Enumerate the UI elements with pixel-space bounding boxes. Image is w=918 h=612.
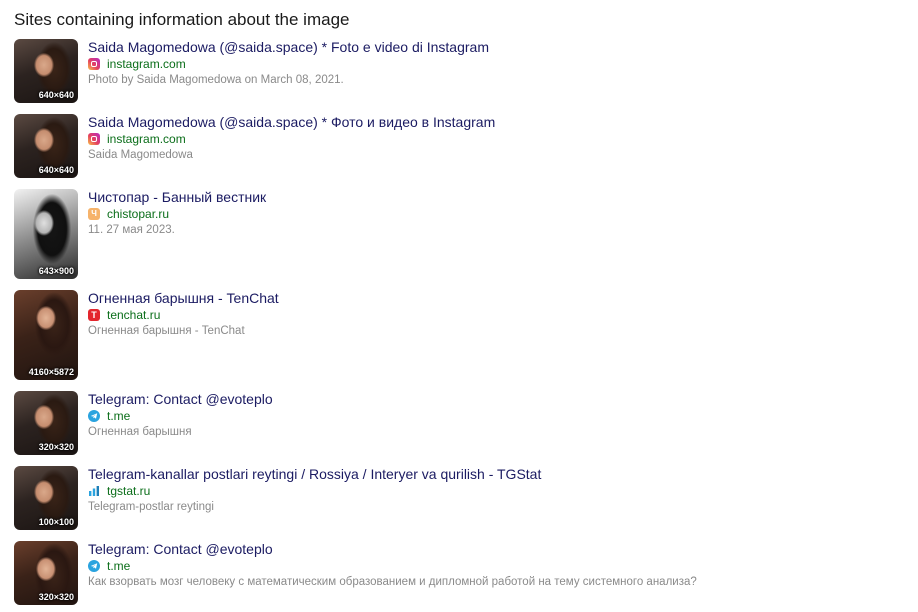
result-site-link[interactable]: tgstat.ru <box>88 484 150 498</box>
tgstat-icon <box>88 485 100 497</box>
result-snippet: Как взорвать мозг человеку с математичес… <box>88 576 697 588</box>
telegram-icon <box>88 410 100 422</box>
result-snippet: Огненная барышня <box>88 426 192 438</box>
instagram-icon <box>88 58 100 70</box>
image-resolution: 640×640 <box>38 165 74 175</box>
image-resolution: 640×640 <box>38 90 74 100</box>
result-snippet: Saida Magomedowa <box>88 149 193 161</box>
result-snippet: 11. 27 мая 2023. <box>88 224 175 236</box>
result-site-link[interactable]: t.me <box>88 409 130 423</box>
result-thumbnail[interactable]: 100×100 <box>14 466 78 530</box>
result-site-domain: tenchat.ru <box>107 308 161 322</box>
result-site-link[interactable]: instagram.com <box>88 132 186 146</box>
result-site-link[interactable]: t.me <box>88 559 130 573</box>
result-title-link[interactable]: Огненная барышня - TenChat <box>88 290 279 306</box>
result-snippet: Photo by Saida Magomedowa on March 08, 2… <box>88 74 344 86</box>
result-site-link[interactable]: T tenchat.ru <box>88 308 160 322</box>
section-heading: Sites containing information about the i… <box>14 10 350 29</box>
result-snippet: Telegram-postlar reytingi <box>88 501 214 513</box>
result-title-link[interactable]: Telegram: Contact @evoteplo <box>88 391 273 407</box>
image-resolution: 4160×5872 <box>28 367 74 377</box>
image-resolution: 320×320 <box>38 592 74 602</box>
result-site-domain: instagram.com <box>107 57 186 71</box>
result-site-domain: chistopar.ru <box>107 207 170 221</box>
result-title-link[interactable]: Telegram-kanallar postlari reytingi / Ro… <box>88 466 541 482</box>
result-title-link[interactable]: Saida Magomedowa (@saida.space) * Foto e… <box>88 39 489 55</box>
result-site-domain: t.me <box>107 409 131 423</box>
chistopar-icon: Ч <box>88 208 100 220</box>
result-title-link[interactable]: Чистопар - Банный вестник <box>88 189 266 205</box>
image-resolution: 643×900 <box>38 266 74 276</box>
instagram-icon <box>88 133 100 145</box>
telegram-icon <box>88 560 100 572</box>
result-title-link[interactable]: Telegram: Contact @evoteplo <box>88 541 273 557</box>
result-site-link[interactable]: Ч chistopar.ru <box>88 207 169 221</box>
result-thumbnail[interactable]: 320×320 <box>14 391 78 455</box>
image-resolution: 320×320 <box>38 442 74 452</box>
result-title-link[interactable]: Saida Magomedowa (@saida.space) * Фото и… <box>88 114 495 130</box>
result-site-link[interactable]: instagram.com <box>88 57 186 71</box>
result-thumbnail[interactable]: 640×640 <box>14 114 78 178</box>
result-site-domain: t.me <box>107 559 131 573</box>
result-thumbnail[interactable]: 4160×5872 <box>14 290 78 380</box>
result-thumbnail[interactable]: 320×320 <box>14 541 78 605</box>
result-thumbnail[interactable]: 640×640 <box>14 39 78 103</box>
result-thumbnail[interactable]: 643×900 <box>14 189 78 279</box>
result-snippet: Огненная барышня - TenChat <box>88 325 245 337</box>
result-site-domain: tgstat.ru <box>107 484 151 498</box>
result-site-domain: instagram.com <box>107 132 186 146</box>
tenchat-icon: T <box>88 309 100 321</box>
image-resolution: 100×100 <box>38 517 74 527</box>
